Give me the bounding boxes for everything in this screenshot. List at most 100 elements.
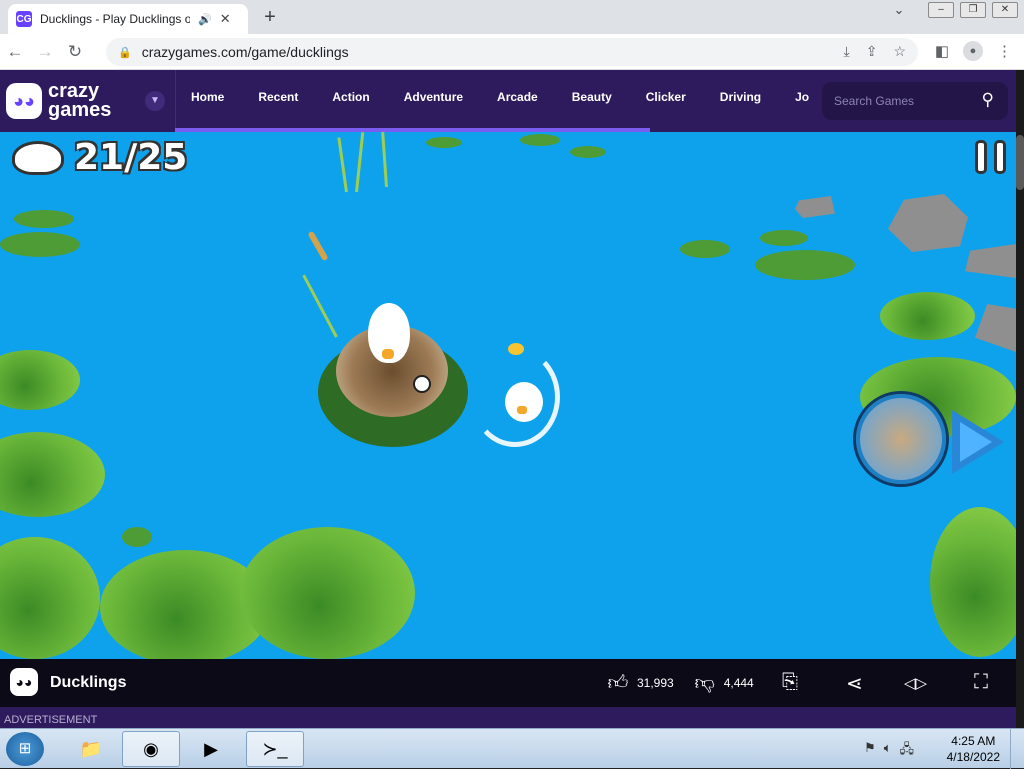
nav-item-action[interactable]: Action xyxy=(332,90,369,104)
reload-icon[interactable]: ↻ xyxy=(60,42,90,62)
advertisement-label: ADVERTISEMENT xyxy=(4,714,98,726)
rating-actions: 👍︎ 31,993 👎︎ 4,444 xyxy=(605,671,772,695)
lily-pad xyxy=(0,350,80,410)
clock-time: 4:25 AM xyxy=(951,734,996,748)
browser-toolbar: ← → ↻ 🔒 crazygames.com/game/ducklings ⤓ … xyxy=(0,34,1024,70)
lily-pad xyxy=(760,230,808,246)
lily-pad xyxy=(122,527,152,547)
search-icon[interactable]: ⚲ xyxy=(982,90,994,110)
rock xyxy=(795,196,835,218)
tab-close-icon[interactable]: ✕ xyxy=(220,11,231,27)
forward-arrow-icon[interactable]: → xyxy=(30,42,60,62)
nav-item-driving[interactable]: Driving xyxy=(720,90,761,104)
bookmark-star-icon[interactable]: ☆ xyxy=(893,43,906,60)
omnibox-actions: ⤓ ⇪ ☆ xyxy=(844,43,907,60)
tab-search-chevron-icon[interactable]: ⌄ xyxy=(888,2,910,18)
show-desktop-button[interactable] xyxy=(1010,729,1024,769)
browser-tab[interactable]: CG Ducklings - Play Ducklings o 🔊 ✕ xyxy=(8,4,248,34)
theater-mode-icon[interactable]: ◁▷ xyxy=(904,674,927,692)
lily-pad xyxy=(0,537,100,659)
nav-item-beauty[interactable]: Beauty xyxy=(572,90,612,104)
thumbs-down-icon[interactable]: 👎︎ xyxy=(692,671,718,695)
lily-pad xyxy=(930,507,1016,657)
rock xyxy=(975,304,1016,352)
next-arrow-highlight xyxy=(960,422,992,462)
like-count: 31,993 xyxy=(637,676,674,690)
install-app-icon[interactable]: ⤓ xyxy=(844,43,850,60)
lily-pad xyxy=(426,137,462,148)
scrollbar-thumb[interactable] xyxy=(1016,135,1024,190)
reed xyxy=(355,132,365,193)
new-tab-button[interactable]: + xyxy=(258,6,282,28)
crazygames-mascot-icon: ◕◕ xyxy=(6,83,42,119)
game-canvas[interactable]: 21/25 xyxy=(0,132,1016,659)
duck-body xyxy=(505,382,543,422)
side-panel-icon[interactable]: ◧ xyxy=(935,42,949,60)
pause-icon xyxy=(994,140,1006,174)
network-flag-icon[interactable]: ⚑ xyxy=(864,740,876,762)
player-duck xyxy=(495,372,555,442)
crazygames-header: ◕◕ crazy games ▼ Home Recent Action Adve… xyxy=(0,70,1016,132)
crazygames-mascot-icon: ◕◕ xyxy=(10,668,38,696)
back-arrow-icon[interactable]: ← xyxy=(0,42,30,62)
media-player-icon[interactable]: ▶ xyxy=(182,731,240,767)
window-controls: ⌄ – ❐ ✕ xyxy=(888,2,1018,18)
pause-button[interactable] xyxy=(975,140,1011,178)
chrome-menu-icon[interactable]: ⋮ xyxy=(997,42,1012,60)
tab-title: Ducklings - Play Ducklings o xyxy=(40,12,190,26)
lily-pad xyxy=(14,210,74,228)
share-icon[interactable]: ⇪ xyxy=(866,43,878,60)
nest[interactable] xyxy=(318,303,468,447)
nav-item-recent[interactable]: Recent xyxy=(258,90,298,104)
lily-pad xyxy=(240,527,415,659)
speaker-icon[interactable]: 🔊 xyxy=(198,13,212,26)
rock xyxy=(888,194,968,252)
powershell-icon[interactable]: ≻_ xyxy=(246,731,304,767)
crazygames-favicon-icon: CG xyxy=(16,11,32,27)
fullscreen-icon[interactable]: ⛶ xyxy=(974,671,988,694)
lily-pad xyxy=(0,232,80,257)
clock-date: 4/18/2022 xyxy=(946,750,1000,764)
sidebar-toggle-chevron-icon[interactable]: ▼ xyxy=(145,91,165,111)
share-icon[interactable]: ⋖ xyxy=(846,671,863,696)
game-title: Ducklings xyxy=(50,674,127,691)
lily-pad xyxy=(755,250,855,280)
ad-banner: ADVERTISEMENT xyxy=(0,707,1016,728)
search-placeholder: Search Games xyxy=(834,94,915,108)
url-text: crazygames.com/game/ducklings xyxy=(141,44,349,60)
duckling xyxy=(508,343,524,355)
nav-item-clicker[interactable]: Clicker xyxy=(646,90,686,104)
search-games-input[interactable]: Search Games ⚲ xyxy=(822,82,1008,120)
start-button[interactable]: ⊞ xyxy=(6,732,44,766)
rock xyxy=(965,244,1016,278)
close-window-button[interactable]: ✕ xyxy=(992,2,1018,18)
restore-button[interactable]: ❐ xyxy=(960,2,986,18)
minimize-button[interactable]: – xyxy=(928,2,954,18)
address-bar[interactable]: 🔒 crazygames.com/game/ducklings ⤓ ⇪ ☆ xyxy=(106,38,918,66)
file-explorer-icon[interactable]: 📁 xyxy=(62,731,120,767)
duck-icon xyxy=(12,140,64,175)
ducklings-count: 21/25 xyxy=(74,137,188,178)
nav-item-arcade[interactable]: Arcade xyxy=(497,90,538,104)
network-icon[interactable]: 🖧 xyxy=(900,740,915,762)
duck-beak xyxy=(517,406,527,414)
system-clock[interactable]: 4:25 AM 4/18/2022 xyxy=(947,733,1000,765)
lily-pad xyxy=(880,292,975,340)
chrome-icon[interactable]: ◉ xyxy=(122,731,180,767)
crazygames-logo[interactable]: ◕◕ crazy games xyxy=(6,78,136,124)
nav-item-truncated[interactable]: Jo xyxy=(795,90,809,104)
nest-target-button[interactable] xyxy=(856,394,946,484)
browser-tab-strip: CG Ducklings - Play Ducklings o 🔊 ✕ + ⌄ … xyxy=(0,0,1024,34)
volume-icon[interactable]: 🔈︎ xyxy=(884,740,892,762)
profile-avatar-icon[interactable]: ● xyxy=(963,41,983,61)
game-footer-bar: ◕◕ Ducklings 👍︎ 31,993 👎︎ 4,444 ⎘ ⋖ ◁▷ ⛶ xyxy=(0,659,1016,707)
thumbs-up-icon[interactable]: 👍︎ xyxy=(605,671,631,695)
reed xyxy=(381,132,388,188)
lock-icon[interactable]: 🔒 xyxy=(118,46,132,59)
embed-icon[interactable]: ⎘ xyxy=(782,671,798,694)
dislike-count: 4,444 xyxy=(723,676,754,690)
nav-item-adventure[interactable]: Adventure xyxy=(404,90,463,104)
nav-item-home[interactable]: Home xyxy=(191,90,224,104)
pause-icon xyxy=(975,140,987,174)
nav-divider xyxy=(175,70,176,132)
